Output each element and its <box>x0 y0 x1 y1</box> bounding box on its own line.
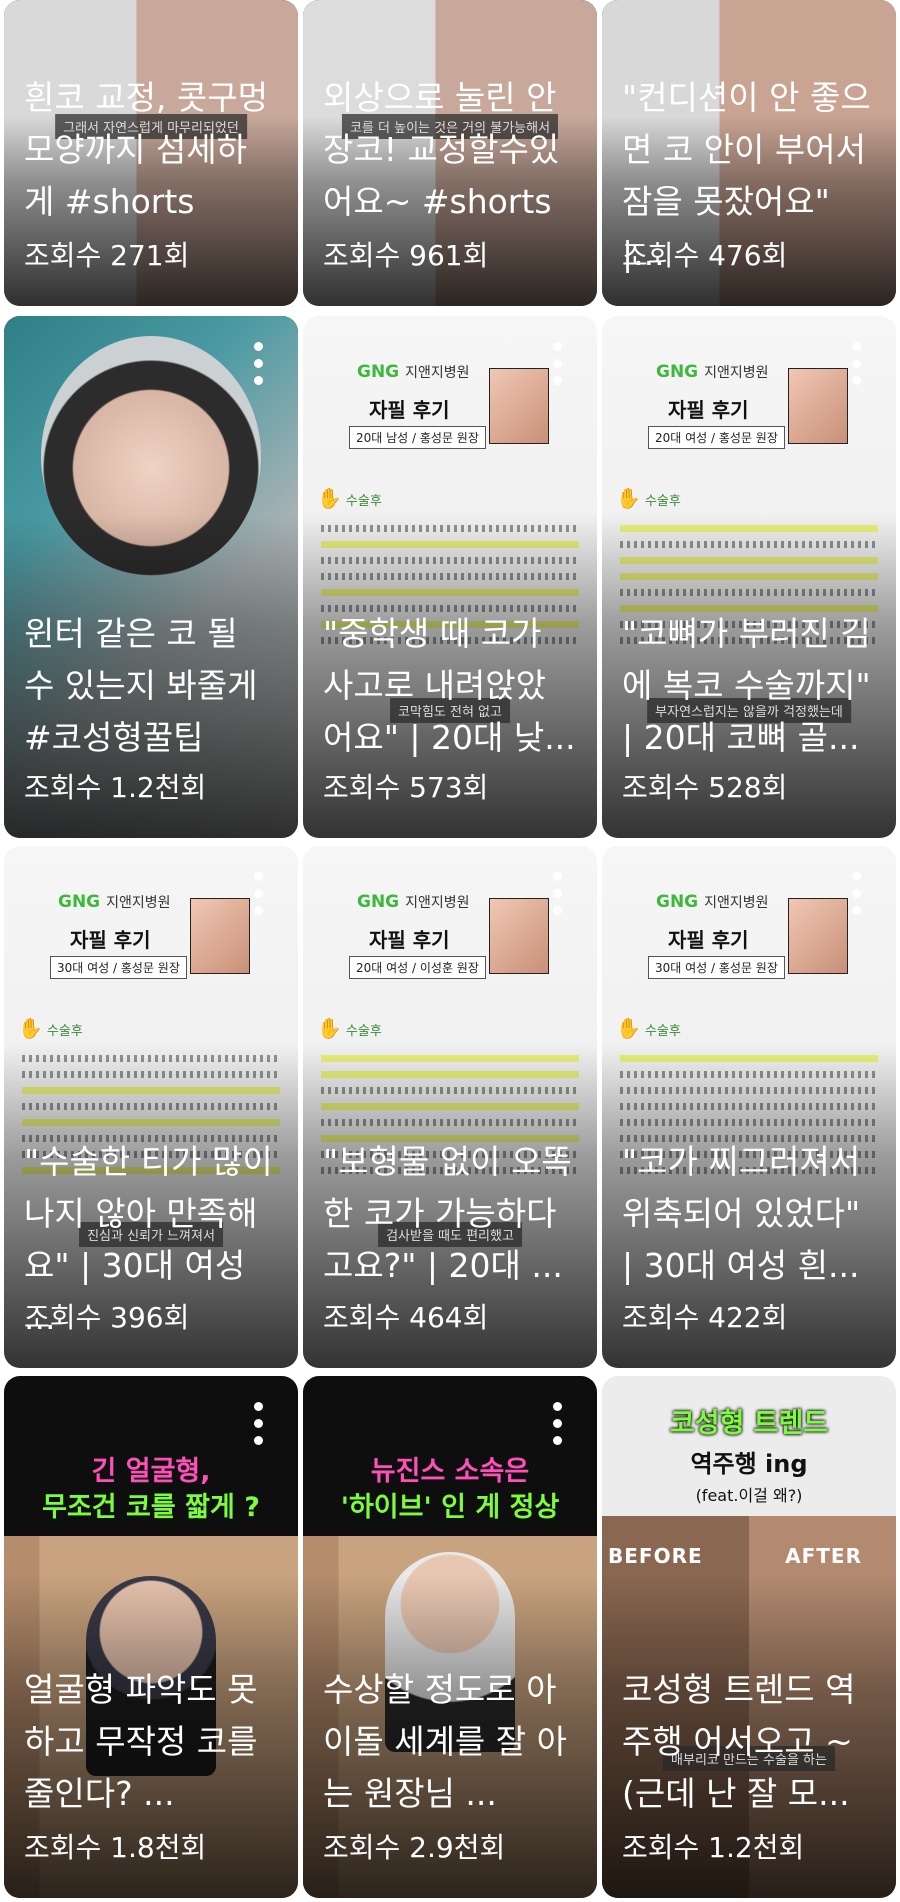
hand-icon: ✋ 수술후 <box>616 1016 681 1040</box>
nose-photo <box>190 898 250 974</box>
hand-icon: ✋ 수술후 <box>317 486 382 510</box>
video-card-12[interactable]: 코성형 트렌드 역주행 ing (feat.이걸 왜?) BEFORE AFTE… <box>602 1376 896 1898</box>
review-tag: 30대 여성 / 홍성문 원장 <box>50 956 187 979</box>
hospital-logo: GNG 지앤지병원 <box>656 892 769 912</box>
thumbnail-headline: '하이브' 인 게 정상 <box>340 1492 560 1523</box>
more-options-icon[interactable] <box>254 342 264 386</box>
video-card-2[interactable]: 코를 더 높이는 것은 거의 불가능해서 외상으로 눌린 안 장코! 교정할수있… <box>303 0 597 306</box>
thumbnail-headline: 뉴진스 소속은 <box>370 1456 530 1487</box>
nose-photo <box>489 898 549 974</box>
video-card-11[interactable]: 뉴진스 소속은 '하이브' 인 게 정상 수상할 정도로 아 이돌 세계를 잘 … <box>303 1376 597 1898</box>
video-card-5[interactable]: GNG 지앤지병원 자필 후기 20대 남성 / 홍성문 원장 ✋ 수술후 코막힘도… <box>303 316 597 838</box>
view-count: 조회수 1.8천회 <box>24 1831 207 1864</box>
more-options-icon[interactable] <box>254 1402 264 1446</box>
thumbnail-headline: 긴 얼굴형, <box>91 1456 211 1487</box>
more-options-icon[interactable] <box>553 342 563 386</box>
video-card-3[interactable]: "컨디션이 안 좋으 면 코 안이 부어서 잠을 못잤어요" |... 조회수 … <box>602 0 896 306</box>
video-card-10[interactable]: 긴 얼굴형, 무조건 코를 짧게 ? 얼굴형 파악도 못 하고 무작정 코를 줄… <box>4 1376 298 1898</box>
hospital-logo: GNG 지앤지병원 <box>357 362 470 382</box>
view-count: 조회수 573회 <box>323 771 489 804</box>
video-title: 코성형 트렌드 역 주행 어서오고 ~ (근데 난 잘 모... <box>622 1670 856 1813</box>
video-card-7[interactable]: GNG 지앤지병원 자필 후기 30대 여성 / 홍성문 원장 ✋ 수술후 진심과 … <box>4 846 298 1368</box>
video-card-4[interactable]: 윈터 같은 코 될 수 있는지 봐줄게 #코성형꿀팁 조회수 1.2천회 <box>4 316 298 838</box>
video-title: "중학생 때 코가 사고로 내려앉았 어요" | 20대 낮... <box>323 614 576 757</box>
view-count: 조회수 1.2천회 <box>622 1831 805 1864</box>
video-title: "코뼈가 부러진 김 에 복코 수술까지" | 20대 코뼈 골... <box>622 614 871 757</box>
review-heading: 자필 후기 <box>369 398 450 422</box>
hospital-logo: GNG 지앤지병원 <box>58 892 171 912</box>
more-options-icon[interactable] <box>852 342 862 386</box>
thumbnail-headline: 역주행 ing <box>690 1450 808 1478</box>
video-title: 수상할 정도로 아 이돌 세계를 잘 아 는 원장님 ... <box>323 1670 567 1813</box>
before-label: BEFORE <box>608 1544 703 1568</box>
more-options-icon[interactable] <box>254 872 264 916</box>
nose-photo <box>489 368 549 444</box>
video-title: 흰코 교정, 콧구멍 모양까지 섬세하 게 #shorts <box>24 78 268 221</box>
video-title: "보형물 없이 오똑 한 코가 가능하다 고요?" | 20대 ... <box>323 1142 572 1285</box>
video-card-9[interactable]: GNG 지앤지병원 자필 후기 30대 여성 / 홍성문 원장 ✋ 수술후 "코가 … <box>602 846 896 1368</box>
review-tag: 20대 여성 / 홍성문 원장 <box>648 426 785 449</box>
more-options-icon[interactable] <box>553 872 563 916</box>
nose-photo <box>788 368 848 444</box>
review-tag: 20대 남성 / 홍성문 원장 <box>349 426 486 449</box>
video-card-6[interactable]: GNG 지앤지병원 자필 후기 20대 여성 / 홍성문 원장 ✋ 수술후 부자연스… <box>602 316 896 838</box>
thumbnail-headline: 코성형 트렌드 <box>669 1408 829 1439</box>
review-heading: 자필 후기 <box>369 928 450 952</box>
thumbnail-subheadline: (feat.이걸 왜?) <box>695 1486 803 1505</box>
view-count: 조회수 396회 <box>24 1301 190 1334</box>
hand-icon: ✋ 수술후 <box>616 486 681 510</box>
view-count: 조회수 1.2천회 <box>24 771 207 804</box>
hand-icon: ✋ 수술후 <box>18 1016 83 1040</box>
hospital-logo: GNG 지앤지병원 <box>357 892 470 912</box>
view-count: 조회수 476회 <box>622 239 788 272</box>
view-count: 조회수 2.9천회 <box>323 1831 506 1864</box>
video-title: 윈터 같은 코 될 수 있는지 봐줄게 #코성형꿀팁 <box>24 614 258 757</box>
view-count: 조회수 271회 <box>24 239 190 272</box>
review-tag: 30대 여성 / 홍성문 원장 <box>648 956 785 979</box>
video-title: 얼굴형 파악도 못 하고 무작정 코를 줄인다? ... <box>24 1670 258 1813</box>
hand-icon: ✋ 수술후 <box>317 1016 382 1040</box>
video-card-8[interactable]: GNG 지앤지병원 자필 후기 20대 여성 / 이성훈 원장 ✋ 수술후 검사받을… <box>303 846 597 1368</box>
review-tag: 20대 여성 / 이성훈 원장 <box>349 956 486 979</box>
video-card-1[interactable]: 그래서 자연스럽게 마무리되었던 흰코 교정, 콧구멍 모양까지 섬세하 게 #… <box>4 0 298 306</box>
view-count: 조회수 961회 <box>323 239 489 272</box>
view-count: 조회수 464회 <box>323 1301 489 1334</box>
hospital-logo: GNG 지앤지병원 <box>656 362 769 382</box>
nose-photo <box>788 898 848 974</box>
thumbnail-headline: 무조건 코를 짧게 ? <box>42 1492 260 1523</box>
video-title: 외상으로 눌린 안 장코! 교정할수있 어요~ #shorts <box>323 78 560 221</box>
video-title: "코가 찌그러져서 위축되어 있었다" | 30대 여성 흰... <box>622 1142 861 1285</box>
review-heading: 자필 후기 <box>668 398 749 422</box>
more-options-icon[interactable] <box>852 872 862 916</box>
more-options-icon[interactable] <box>553 1402 563 1446</box>
after-label: AFTER <box>785 1544 862 1568</box>
view-count: 조회수 422회 <box>622 1301 788 1334</box>
review-heading: 자필 후기 <box>668 928 749 952</box>
review-heading: 자필 후기 <box>70 928 151 952</box>
view-count: 조회수 528회 <box>622 771 788 804</box>
